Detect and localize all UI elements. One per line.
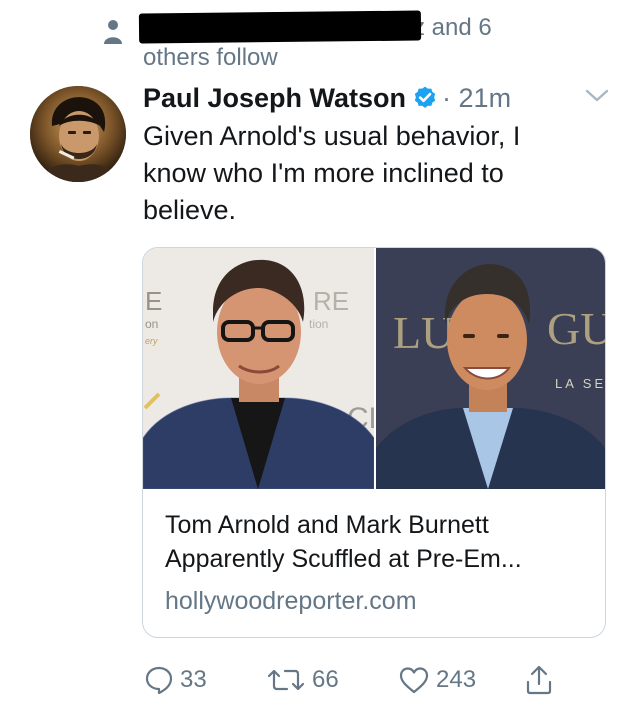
share-icon (526, 665, 552, 695)
avatar[interactable] (30, 86, 126, 182)
timestamp[interactable]: · 21m (442, 83, 511, 113)
tweet-actions: 33 66 243 (140, 662, 580, 698)
redaction-bar (138, 10, 422, 44)
verified-icon (414, 86, 436, 108)
retweet-icon (267, 669, 305, 691)
retweet-button[interactable]: 66 (266, 662, 339, 698)
like-button[interactable]: 243 (398, 662, 476, 698)
tweet-header: Paul Joseph Watson · 21m (143, 80, 511, 116)
svg-text:ery: ery (145, 336, 158, 346)
backdrop-small-left: tion (309, 317, 328, 331)
author-name[interactable]: Paul Joseph Watson (143, 83, 406, 113)
reply-count: 33 (180, 666, 207, 693)
backdrop-text-right: GU (547, 303, 605, 354)
card-text: Tom Arnold and Mark Burnett Apparently S… (165, 508, 595, 616)
share-button[interactable] (524, 662, 554, 698)
social-context-line2: others follow (143, 44, 278, 71)
avatar-photo (30, 86, 126, 182)
like-icon (399, 667, 429, 694)
chevron-down-icon[interactable] (584, 86, 610, 106)
backdrop-small-right: LA SE (555, 376, 605, 391)
social-context[interactable]: z and 6 others follow (103, 8, 603, 71)
backdrop-text-left: RE (313, 286, 349, 316)
link-card[interactable]: RE tion E on ery CL LU G LA SE Tom Arnol… (142, 247, 606, 638)
svg-text:on: on (145, 317, 158, 331)
person-icon (104, 20, 122, 44)
card-title: Tom Arnold and Mark Burnett Apparently S… (165, 511, 522, 573)
card-image: RE tion E on ery CL LU G LA SE (143, 248, 605, 489)
retweet-count: 66 (312, 666, 339, 693)
svg-text:E: E (145, 286, 162, 316)
reply-button[interactable]: 33 (144, 662, 207, 698)
card-domain: hollywoodreporter.com (165, 587, 417, 615)
social-context-suffix: and 6 (431, 14, 492, 41)
like-count: 243 (436, 666, 477, 693)
reply-icon (145, 666, 173, 695)
tweet-text: Given Arnold's usual behavior, I know wh… (143, 121, 521, 225)
